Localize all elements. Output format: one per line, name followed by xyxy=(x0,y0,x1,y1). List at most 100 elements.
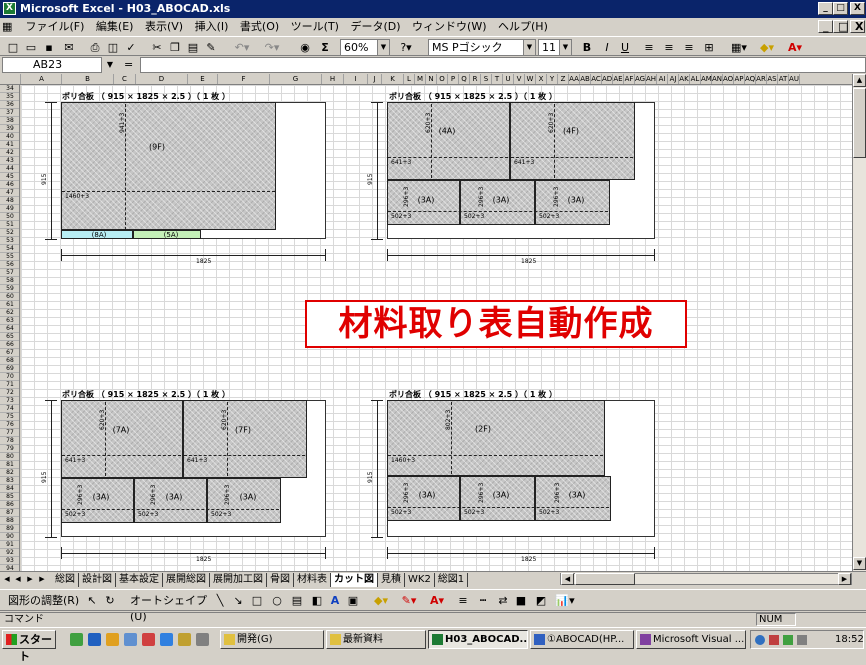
quicklaunch-chrome-icon[interactable] xyxy=(178,633,191,646)
column-header-cell[interactable]: D xyxy=(136,74,188,84)
font-color-icon[interactable]: A▾ xyxy=(784,40,806,56)
column-header-cell[interactable]: Q xyxy=(459,74,470,84)
tray-security-icon[interactable] xyxy=(769,635,779,645)
row-header-cell[interactable]: 40 xyxy=(0,133,19,141)
tab-first-icon[interactable]: ◀ xyxy=(2,573,12,585)
scroll-down-icon[interactable]: ▼ xyxy=(853,557,866,570)
column-header-cell[interactable]: R xyxy=(470,74,481,84)
redo-icon[interactable]: ↷▾ xyxy=(262,40,282,56)
select-all-corner[interactable] xyxy=(0,74,21,84)
row-header-cell[interactable]: 43 xyxy=(0,157,19,165)
row-header-cell[interactable]: 38 xyxy=(0,117,19,125)
mail-icon[interactable]: ✉ xyxy=(62,40,76,56)
column-header-cell[interactable]: AQ xyxy=(745,74,756,84)
minimize-button[interactable]: _ xyxy=(818,2,833,15)
size-dropdown-icon[interactable]: ▼ xyxy=(559,40,571,55)
column-header-cell[interactable]: AH xyxy=(646,74,657,84)
row-header-cell[interactable]: 60 xyxy=(0,293,19,301)
row-header-cell[interactable]: 93 xyxy=(0,557,19,565)
column-header-cell[interactable]: AU xyxy=(789,74,800,84)
column-header-cell[interactable]: T xyxy=(492,74,503,84)
row-header-cell[interactable]: 55 xyxy=(0,253,19,261)
tab-sheet[interactable]: 展開加工図 xyxy=(210,573,267,587)
tray-volume-icon[interactable] xyxy=(797,635,807,645)
align-left-icon[interactable]: ≡ xyxy=(642,40,656,56)
tab-prev-icon[interactable]: ◀ xyxy=(13,573,23,585)
row-header-cell[interactable]: 79 xyxy=(0,445,19,453)
row-header-cell[interactable]: 57 xyxy=(0,269,19,277)
draw-font-color-icon[interactable]: A▾ xyxy=(426,593,448,609)
tab-sheet[interactable]: 総図1 xyxy=(435,573,469,587)
row-header-cell[interactable]: 68 xyxy=(0,357,19,365)
tab-sheet[interactable]: 基本設定 xyxy=(116,573,163,587)
dash-style-icon[interactable]: ┅ xyxy=(476,593,490,609)
line-color-icon[interactable]: ✎▾ xyxy=(398,593,420,609)
column-header-cell[interactable]: K xyxy=(382,74,404,84)
row-header-cell[interactable]: 51 xyxy=(0,221,19,229)
column-header-cell[interactable]: G xyxy=(270,74,322,84)
row-header-cell[interactable]: 49 xyxy=(0,205,19,213)
row-header-cell[interactable]: 52 xyxy=(0,229,19,237)
zoom-select[interactable]: 60% ▼ xyxy=(340,39,390,56)
row-header-cell[interactable]: 88 xyxy=(0,517,19,525)
italic-button[interactable]: I xyxy=(600,40,614,56)
clipart-icon[interactable]: ▣ xyxy=(346,593,360,609)
row-header-cell[interactable]: 69 xyxy=(0,365,19,373)
quicklaunch-desktop-icon[interactable] xyxy=(88,633,101,646)
task-abocad-hp[interactable]: ①ABOCAD(HP... xyxy=(530,630,634,649)
tray-network-icon[interactable] xyxy=(755,635,765,645)
row-header-cell[interactable]: 85 xyxy=(0,493,19,501)
column-header-cell[interactable]: AC xyxy=(591,74,602,84)
column-header-cell[interactable]: AM xyxy=(701,74,712,84)
draw-fill-color-icon[interactable]: ◆▾ xyxy=(370,593,392,609)
row-header-cell[interactable]: 75 xyxy=(0,413,19,421)
tab-sheet[interactable]: 材料表 xyxy=(294,573,331,587)
maximize-button[interactable]: □ xyxy=(833,2,848,15)
auto-cutlist-banner[interactable]: 材料取り表自動作成 xyxy=(305,300,687,348)
font-size-select[interactable]: 11 ▼ xyxy=(538,39,572,56)
column-header-cell[interactable]: AT xyxy=(778,74,789,84)
paste-icon[interactable]: ▤ xyxy=(186,40,200,56)
print-preview-icon[interactable]: ◫ xyxy=(106,40,120,56)
column-header-cell[interactable]: O xyxy=(437,74,448,84)
bold-button[interactable]: B xyxy=(580,40,594,56)
tray-app-icon[interactable] xyxy=(783,635,793,645)
row-header-cell[interactable]: 91 xyxy=(0,541,19,549)
row-header-cell[interactable]: 83 xyxy=(0,477,19,485)
line-icon[interactable]: ╲ xyxy=(214,593,226,609)
cut-icon[interactable]: ✂ xyxy=(150,40,164,56)
column-header-cell[interactable]: AD xyxy=(602,74,613,84)
panel2-piece-4a[interactable] xyxy=(387,102,510,180)
select-objects-icon[interactable]: ↖ xyxy=(86,593,98,609)
row-header-cell[interactable]: 89 xyxy=(0,525,19,533)
rectangle-icon[interactable]: □ xyxy=(250,593,264,609)
quicklaunch-browser-icon[interactable] xyxy=(160,633,173,646)
column-header-cell[interactable]: AS xyxy=(767,74,778,84)
row-header-cell[interactable]: 64 xyxy=(0,325,19,333)
horizontal-scroll-thumb[interactable] xyxy=(575,573,635,585)
new-file-icon[interactable]: □ xyxy=(6,40,20,56)
column-header-cell[interactable]: AJ xyxy=(668,74,679,84)
column-header-cell[interactable]: Z xyxy=(558,74,569,84)
quicklaunch-app-icon[interactable] xyxy=(142,633,155,646)
align-center-icon[interactable]: ≡ xyxy=(662,40,676,56)
panel3-piece-7a[interactable] xyxy=(61,400,183,478)
row-header-cell[interactable]: 59 xyxy=(0,285,19,293)
menu-format[interactable]: 書式(O) xyxy=(236,18,283,36)
merge-center-icon[interactable]: ⊞ xyxy=(702,40,716,56)
borders-icon[interactable]: ▦▾ xyxy=(728,40,750,56)
column-header-cell[interactable]: AG xyxy=(635,74,646,84)
menu-help[interactable]: ヘルプ(H) xyxy=(494,18,552,36)
quicklaunch-extra-icon[interactable] xyxy=(196,633,209,646)
row-header-cell[interactable]: 50 xyxy=(0,213,19,221)
row-header-cell[interactable]: 42 xyxy=(0,149,19,157)
row-header-cell[interactable]: 77 xyxy=(0,429,19,437)
help-icon[interactable]: ?▾ xyxy=(396,40,416,56)
row-header-cell[interactable]: 65 xyxy=(0,333,19,341)
row-header-cell[interactable]: 81 xyxy=(0,461,19,469)
row-header-cell[interactable]: 80 xyxy=(0,453,19,461)
column-header-cell[interactable]: P xyxy=(448,74,459,84)
column-header-cell[interactable]: M xyxy=(415,74,426,84)
scroll-left-icon[interactable]: ◀ xyxy=(561,573,574,585)
panel3-piece-7f[interactable] xyxy=(183,400,307,478)
